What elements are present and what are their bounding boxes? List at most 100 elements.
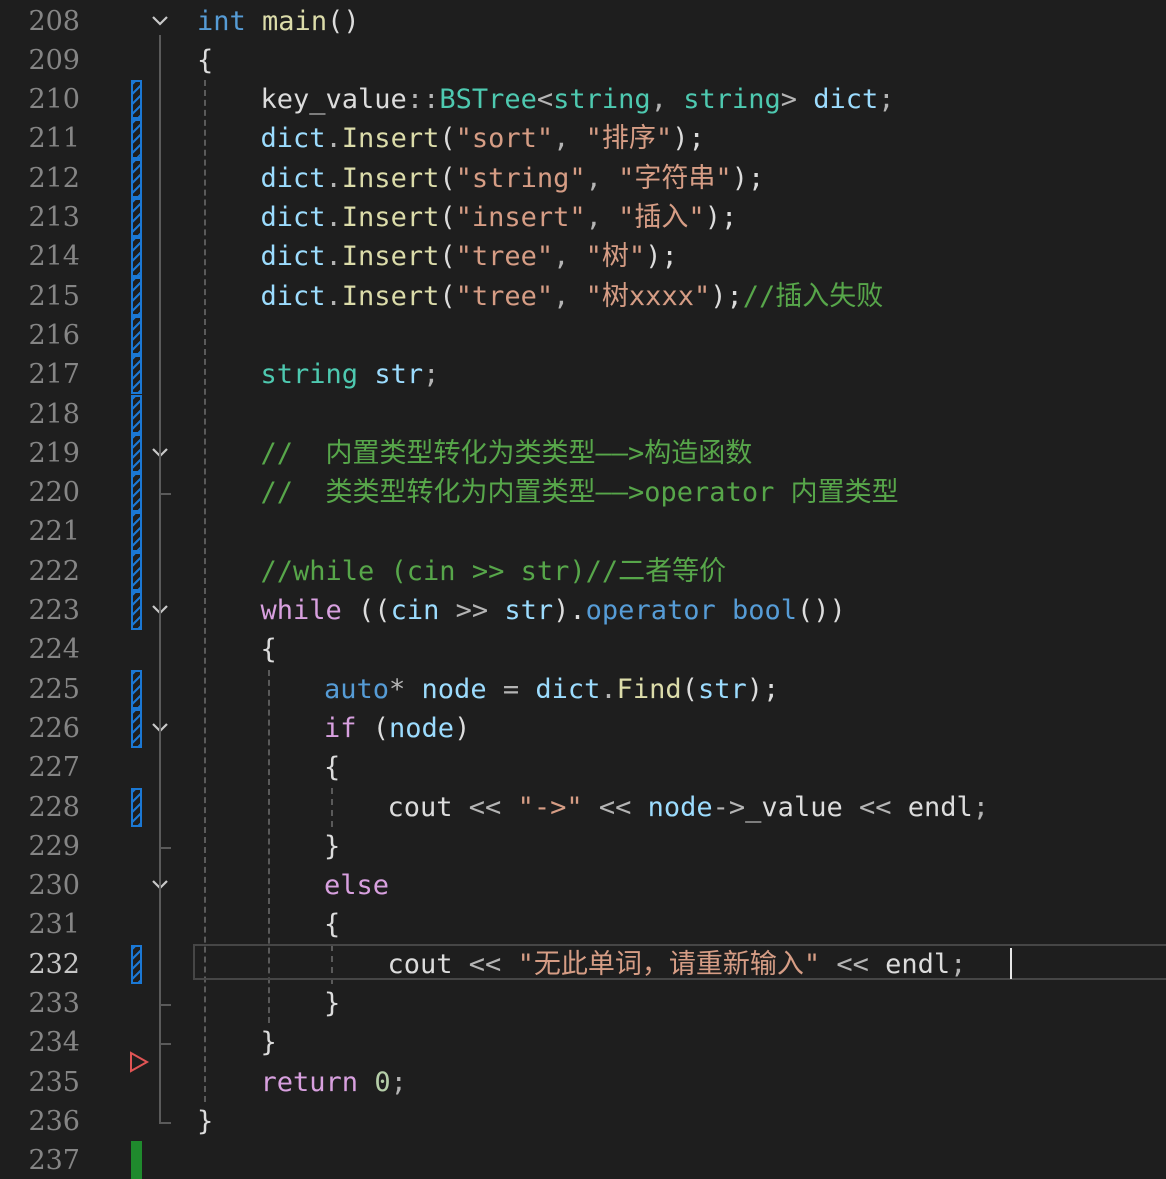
line-number[interactable]: 222 <box>0 552 80 591</box>
code-text[interactable]: dict.Insert("string", "字符串"); <box>261 159 765 198</box>
line-number[interactable]: 221 <box>0 512 80 551</box>
code-line[interactable]: 226 if (node) <box>0 708 1166 749</box>
code-token: dict <box>260 280 326 312</box>
code-text[interactable]: else <box>324 866 389 905</box>
code-line[interactable]: 222 //while (cin >> str)//二者等价 <box>0 551 1166 591</box>
unsaved-change-marker <box>131 158 142 198</box>
line-number[interactable]: 227 <box>0 748 80 787</box>
line-number[interactable]: 237 <box>0 1141 80 1179</box>
code-line[interactable]: 237 <box>0 1141 1166 1179</box>
line-number[interactable]: 233 <box>0 984 80 1023</box>
line-number[interactable]: 228 <box>0 788 80 827</box>
line-number[interactable]: 208 <box>0 2 80 41</box>
code-text[interactable]: { <box>197 41 213 80</box>
code-text[interactable]: { <box>324 748 340 787</box>
code-text[interactable]: dict.Insert("tree", "树"); <box>261 237 678 276</box>
line-number[interactable]: 236 <box>0 1102 80 1141</box>
code-text[interactable]: } <box>261 1023 277 1062</box>
code-text[interactable]: dict.Insert("insert", "插入"); <box>261 198 738 237</box>
code-text[interactable]: return 0; <box>261 1063 407 1102</box>
line-number[interactable]: 217 <box>0 355 80 394</box>
code-text[interactable]: dict.Insert("tree", "树xxxx");//插入失败 <box>261 277 884 316</box>
code-line[interactable]: 235 return 0; <box>0 1063 1166 1102</box>
code-line[interactable]: 211 dict.Insert("sort", "排序"); <box>0 119 1166 159</box>
code-line[interactable]: 231 { <box>0 905 1166 944</box>
code-text[interactable]: auto* node = dict.Find(str); <box>324 670 779 709</box>
code-text[interactable]: int main() <box>197 2 360 41</box>
chevron-down-icon[interactable] <box>151 12 169 30</box>
code-token: string <box>683 84 781 116</box>
code-line[interactable]: 236} <box>0 1102 1166 1141</box>
line-number[interactable]: 235 <box>0 1063 80 1102</box>
code-line[interactable]: 209 { <box>0 41 1166 80</box>
code-text[interactable]: // 类类型转化为内置类型——>operator 内置类型 <box>261 473 899 512</box>
line-number[interactable]: 232 <box>0 945 80 984</box>
line-number[interactable]: 224 <box>0 630 80 669</box>
line-number[interactable]: 210 <box>0 80 80 119</box>
code-text[interactable]: } <box>197 1102 213 1141</box>
code-line[interactable]: 224 { <box>0 630 1166 669</box>
code-line[interactable]: 230 else <box>0 866 1166 905</box>
line-number[interactable]: 225 <box>0 670 80 709</box>
code-line[interactable]: 215 dict.Insert("tree", "树xxxx");//插入失败 <box>0 276 1166 316</box>
code-line[interactable]: 220 // 类类型转化为内置类型——>operator 内置类型 <box>0 473 1166 513</box>
code-line[interactable]: 228 cout << "->" << node->_value << endl; <box>0 787 1166 827</box>
code-text[interactable]: if (node) <box>324 709 470 748</box>
code-line[interactable]: 227 { <box>0 748 1166 787</box>
line-number[interactable]: 219 <box>0 434 80 473</box>
code-token: Insert <box>341 123 440 155</box>
code-text[interactable]: // 内置类型转化为类类型——>构造函数 <box>261 434 753 473</box>
code-text[interactable]: { <box>261 630 277 669</box>
code-text[interactable]: while ((cin >> str).operator bool()) <box>261 591 846 630</box>
code-line[interactable]: 225 auto* node = dict.Find(str); <box>0 669 1166 709</box>
line-number[interactable]: 218 <box>0 395 80 434</box>
code-token: "字符串" <box>618 162 732 194</box>
code-line[interactable]: 218 <box>0 394 1166 434</box>
code-line[interactable]: 234} <box>0 1023 1166 1062</box>
code-text[interactable]: } <box>324 827 340 866</box>
code-token: node <box>647 791 713 823</box>
code-line[interactable]: 219 // 内置类型转化为类类型——>构造函数 <box>0 433 1166 474</box>
line-number[interactable]: 209 <box>0 41 80 80</box>
code-line[interactable]: 221 <box>0 512 1166 552</box>
code-text[interactable]: } <box>324 984 340 1023</box>
code-line[interactable]: 213 dict.Insert("insert", "插入"); <box>0 198 1166 238</box>
code-text[interactable]: { <box>324 905 340 944</box>
code-line[interactable]: 223 while ((cin >> str).operator bool()) <box>0 591 1166 631</box>
code-token: Insert <box>341 241 440 273</box>
code-text[interactable]: string str; <box>261 355 440 394</box>
line-number[interactable]: 226 <box>0 709 80 748</box>
line-number[interactable]: 234 <box>0 1023 80 1062</box>
code-token: dict <box>260 241 326 273</box>
fold-region-end <box>159 1121 171 1124</box>
line-number[interactable]: 216 <box>0 316 80 355</box>
code-line[interactable]: 214 dict.Insert("tree", "树"); <box>0 237 1166 277</box>
code-line[interactable]: 212 dict.Insert("string", "字符串"); <box>0 158 1166 198</box>
code-text[interactable]: //while (cin >> str)//二者等价 <box>261 552 727 591</box>
breakpoint-arrow-icon[interactable] <box>128 1050 150 1074</box>
code-text[interactable]: cout << "->" << node->_value << endl; <box>388 788 990 827</box>
line-number[interactable]: 213 <box>0 198 80 237</box>
code-token: //while (cin >> str)//二者等价 <box>260 555 727 587</box>
line-number[interactable]: 230 <box>0 866 80 905</box>
line-number[interactable]: 220 <box>0 473 80 512</box>
code-line[interactable]: 217 string str; <box>0 355 1166 395</box>
code-token: ); <box>672 123 705 155</box>
code-text[interactable]: dict.Insert("sort", "排序"); <box>261 119 705 158</box>
code-line[interactable]: 229} <box>0 827 1166 866</box>
code-editor[interactable]: 208 int main() 209{210 key_value::BSTree<st… <box>0 0 1166 1179</box>
code-line[interactable]: 233} <box>0 984 1166 1023</box>
line-number[interactable]: 223 <box>0 591 80 630</box>
code-text[interactable]: key_value::BSTree<string, string> dict; <box>261 80 895 119</box>
line-number[interactable]: 211 <box>0 119 80 158</box>
code-line[interactable]: 210 key_value::BSTree<string, string> dic… <box>0 80 1166 120</box>
line-number[interactable]: 231 <box>0 905 80 944</box>
line-number[interactable]: 212 <box>0 159 80 198</box>
code-token: ) <box>454 712 471 744</box>
code-line[interactable]: 216 <box>0 315 1166 356</box>
code-line[interactable]: 208 int main() <box>0 2 1166 41</box>
line-number[interactable]: 229 <box>0 827 80 866</box>
code-token: dict <box>260 202 326 233</box>
line-number[interactable]: 214 <box>0 237 80 276</box>
line-number[interactable]: 215 <box>0 277 80 316</box>
